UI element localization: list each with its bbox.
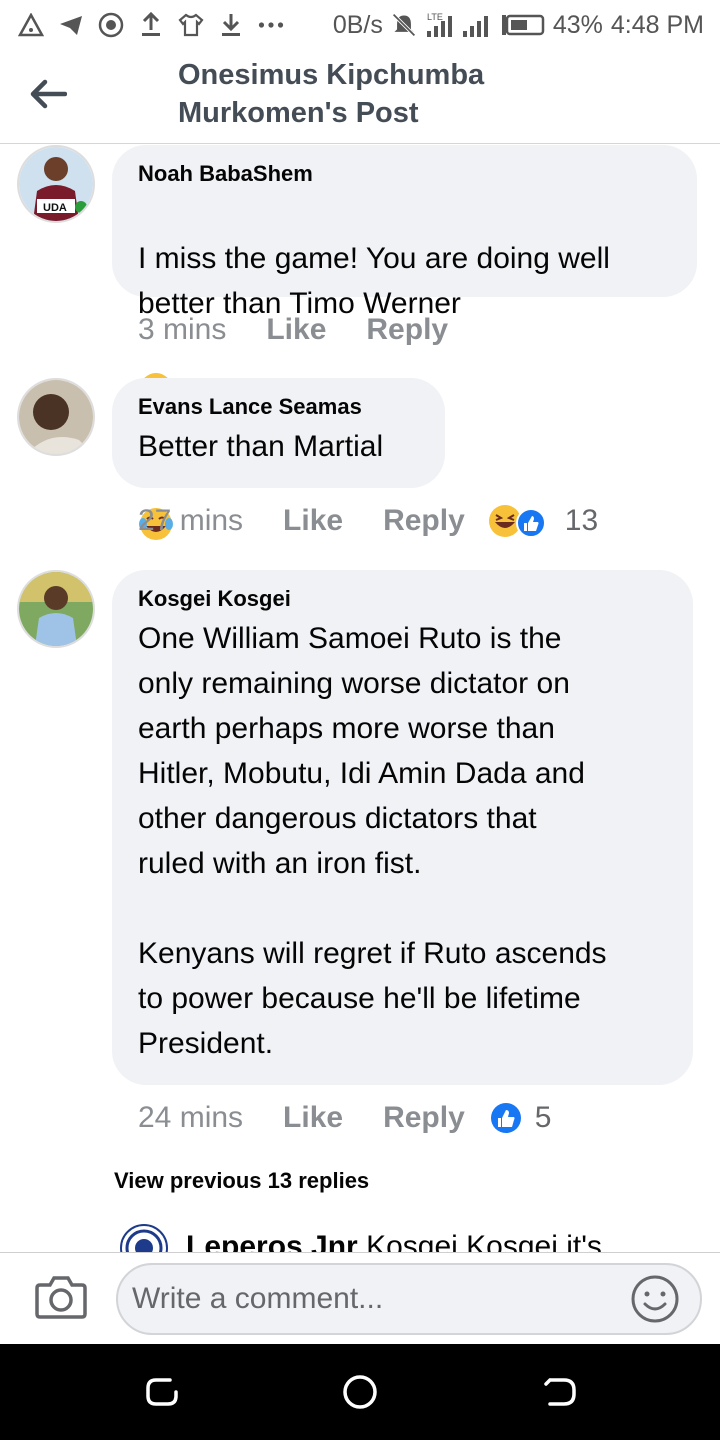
comment-bubble[interactable]: Evans Lance Seamas Better than Martial [112, 378, 445, 488]
download-icon [218, 12, 244, 38]
like-button[interactable]: Like [283, 504, 343, 538]
avatar[interactable]: UDA [17, 145, 95, 223]
mute-icon [391, 12, 417, 38]
reactions-summary[interactable] [489, 1101, 523, 1135]
upload-icon [138, 12, 164, 38]
home-icon[interactable] [340, 1372, 380, 1412]
recents-icon[interactable] [142, 1372, 182, 1412]
reply-button[interactable]: Reply [383, 504, 465, 538]
system-nav-bar [0, 1344, 720, 1440]
post-header: Onesimus Kipchumba Murkomen's Post [0, 50, 720, 144]
comment-text: One William Samoei Ruto is the only rema… [138, 622, 607, 1060]
comment-bubble[interactable]: Noah BabaShem I miss the game! You are d… [112, 145, 697, 540]
network-speed: 0B/s [332, 10, 383, 39]
reply-item: Leperos Jnr Kosgei Kosgei it's [0, 1224, 720, 1252]
avatar[interactable] [17, 570, 95, 648]
reply-text: Leperos Jnr Kosgei Kosgei it's [186, 1230, 602, 1252]
battery-icon [501, 12, 545, 38]
comment-meta: 27 mins Like Reply 13 [138, 503, 598, 539]
comment-meta: 3 mins Like Reply [138, 313, 470, 347]
warning-icon [18, 12, 44, 38]
clock: 4:48 PM [610, 10, 704, 39]
back-arrow-icon[interactable] [26, 72, 70, 116]
comment-meta: 24 mins Like Reply 5 [138, 1101, 551, 1135]
signal-icon: LTE [425, 12, 493, 38]
status-bar: 0B/s LTE 43% 4:48 PM [0, 0, 720, 50]
comment-text-body: I miss the game! You are doing well bett… [138, 242, 610, 320]
reply-button[interactable]: Reply [366, 313, 448, 347]
like-button[interactable]: Like [266, 313, 326, 347]
reactions-summary[interactable] [487, 503, 553, 539]
more-icon [258, 12, 284, 38]
emoji-icon[interactable] [630, 1274, 680, 1324]
comment-bubble[interactable]: Kosgei Kosgei One William Samoei Ruto is… [112, 570, 693, 1085]
vpn-icon [98, 12, 124, 38]
comment-author[interactable]: Noah BabaShem [138, 159, 671, 189]
reply-button[interactable]: Reply [383, 1101, 465, 1135]
title-line-2: Murkomen's Post [178, 97, 419, 129]
comment-text: Better than Martial [138, 430, 384, 463]
reply-body: Kosgei Kosgei it's [366, 1230, 602, 1252]
comment-time: 27 mins [138, 504, 244, 537]
like-button[interactable]: Like [283, 1101, 343, 1135]
comment-author[interactable]: Kosgei Kosgei [138, 584, 667, 614]
avatar[interactable] [17, 378, 95, 456]
battery-percent: 43% [552, 10, 603, 39]
view-previous-replies-link[interactable]: View previous 13 replies [114, 1168, 369, 1194]
avatar[interactable] [120, 1224, 168, 1252]
title-line-1: Onesimus Kipchumba [178, 59, 485, 91]
camera-icon[interactable] [34, 1273, 88, 1321]
like-reaction-icon [490, 1103, 521, 1133]
reply-author[interactable]: Leperos Jnr [186, 1230, 358, 1252]
page-title: Onesimus Kipchumba Murkomen's Post [178, 56, 598, 132]
svg-text:LTE: LTE [427, 12, 443, 22]
reaction-count: 5 [534, 1101, 552, 1134]
shirt-icon [178, 12, 204, 38]
like-reaction-icon [515, 508, 546, 538]
avatar-badge: UDA [43, 202, 67, 214]
telegram-icon [58, 12, 84, 38]
comment-composer [0, 1252, 720, 1344]
back-nav-icon[interactable] [540, 1372, 580, 1412]
comment-time: 3 mins [138, 313, 227, 346]
comment-input[interactable] [116, 1263, 702, 1335]
comment-author[interactable]: Evans Lance Seamas [138, 392, 419, 422]
reaction-count: 13 [564, 504, 599, 537]
comment-time: 24 mins [138, 1101, 244, 1134]
